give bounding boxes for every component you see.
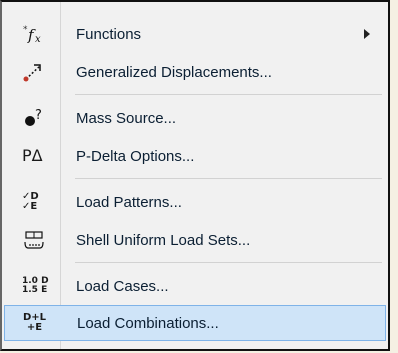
menu-item-label: Load Cases...	[76, 277, 169, 295]
menu-item-p-delta-options[interactable]: PΔ P-Delta Options...	[4, 138, 386, 174]
menu-item-load-combinations[interactable]: D+L +E Load Combinations...	[4, 305, 386, 341]
menu-item-load-cases[interactable]: 1.0 D 1.5 E Load Cases...	[4, 268, 386, 304]
menu-item-label: Load Patterns...	[76, 193, 182, 211]
menu-item-generalized-displacements[interactable]: Generalized Displacements...	[4, 54, 386, 90]
displacement-icon	[4, 54, 62, 90]
menu-separator	[75, 262, 382, 263]
menu-item-label: Generalized Displacements...	[76, 63, 272, 81]
menu-item-functions[interactable]: * f x Functions	[4, 16, 386, 52]
shell-load-icon	[4, 222, 62, 258]
define-context-menu: * f x Functions Generalized Displacement…	[0, 0, 390, 351]
menu-item-label: Shell Uniform Load Sets...	[76, 231, 251, 249]
menu-item-label: Mass Source...	[76, 109, 177, 127]
menu-item-mass-source[interactable]: ? Mass Source...	[4, 100, 386, 136]
menu-separator	[75, 178, 382, 179]
p-delta-icon: PΔ	[22, 146, 43, 165]
menu-item-label: P-Delta Options...	[76, 147, 195, 165]
menu-item-shell-uniform-load-sets[interactable]: Shell Uniform Load Sets...	[4, 222, 386, 258]
mass-source-icon: ?	[4, 100, 62, 136]
menu-item-label: Load Combinations...	[77, 314, 219, 332]
menu-item-load-patterns[interactable]: ✓D ✓E Load Patterns...	[4, 184, 386, 220]
svg-text:x: x	[35, 34, 41, 45]
load-combinations-icon: D+L +E	[23, 312, 47, 333]
menu-separator	[75, 94, 382, 95]
submenu-arrow-icon	[364, 29, 370, 39]
svg-text:?: ?	[35, 108, 42, 123]
load-cases-icon: 1.0 D 1.5 E	[22, 276, 49, 295]
fx-icon: * f x	[4, 16, 62, 52]
load-patterns-icon: ✓D ✓E	[22, 191, 39, 212]
menu-item-label: Functions	[76, 25, 142, 43]
